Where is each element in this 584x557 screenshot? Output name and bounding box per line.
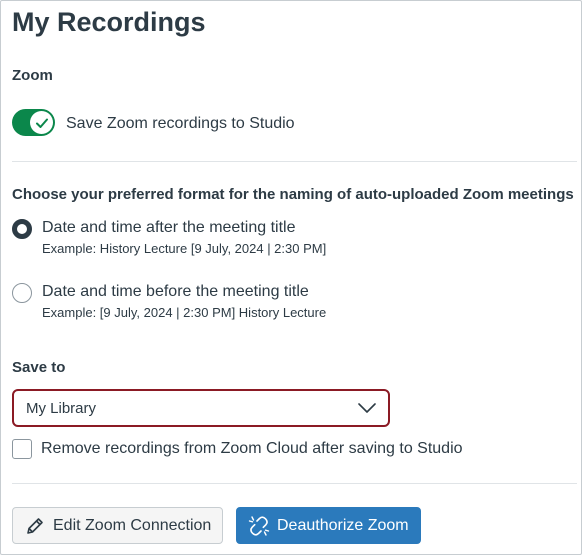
check-icon [35,118,48,128]
radio-before-title-example: Example: [9 July, 2024 | 2:30 PM] Histor… [42,305,327,320]
remove-cloud-checkbox[interactable] [12,439,32,459]
naming-format-heading: Choose your preferred format for the nam… [12,186,574,203]
settings-panel: My Recordings Zoom Save Zoom recordings … [0,0,582,555]
radio-before-title[interactable] [12,283,32,303]
save-to-label: Save to [12,359,66,376]
save-zoom-toggle-label: Save Zoom recordings to Studio [66,115,295,132]
zoom-section-label: Zoom [12,67,53,84]
radio-after-title-example: Example: History Lecture [9 July, 2024 |… [42,241,327,256]
save-to-select[interactable]: My Library [12,389,390,427]
edit-zoom-connection-button[interactable]: Edit Zoom Connection [12,507,223,544]
deauthorize-zoom-button[interactable]: Deauthorize Zoom [236,507,421,544]
remove-cloud-label: Remove recordings from Zoom Cloud after … [41,440,463,457]
radio-after-title-label: Date and time after the meeting title [42,219,296,236]
save-to-selected-value: My Library [26,400,97,417]
chevron-down-icon [358,403,376,413]
toggle-knob [30,111,53,134]
divider [12,483,577,484]
unlink-icon [248,515,270,537]
radio-before-title-label: Date and time before the meeting title [42,283,309,300]
save-zoom-toggle[interactable] [12,109,55,136]
pencil-icon [25,516,45,536]
deauthorize-zoom-label: Deauthorize Zoom [277,516,409,534]
radio-after-title[interactable] [12,219,32,239]
edit-zoom-connection-label: Edit Zoom Connection [53,516,212,534]
page-title: My Recordings [12,7,206,37]
divider [12,161,577,162]
